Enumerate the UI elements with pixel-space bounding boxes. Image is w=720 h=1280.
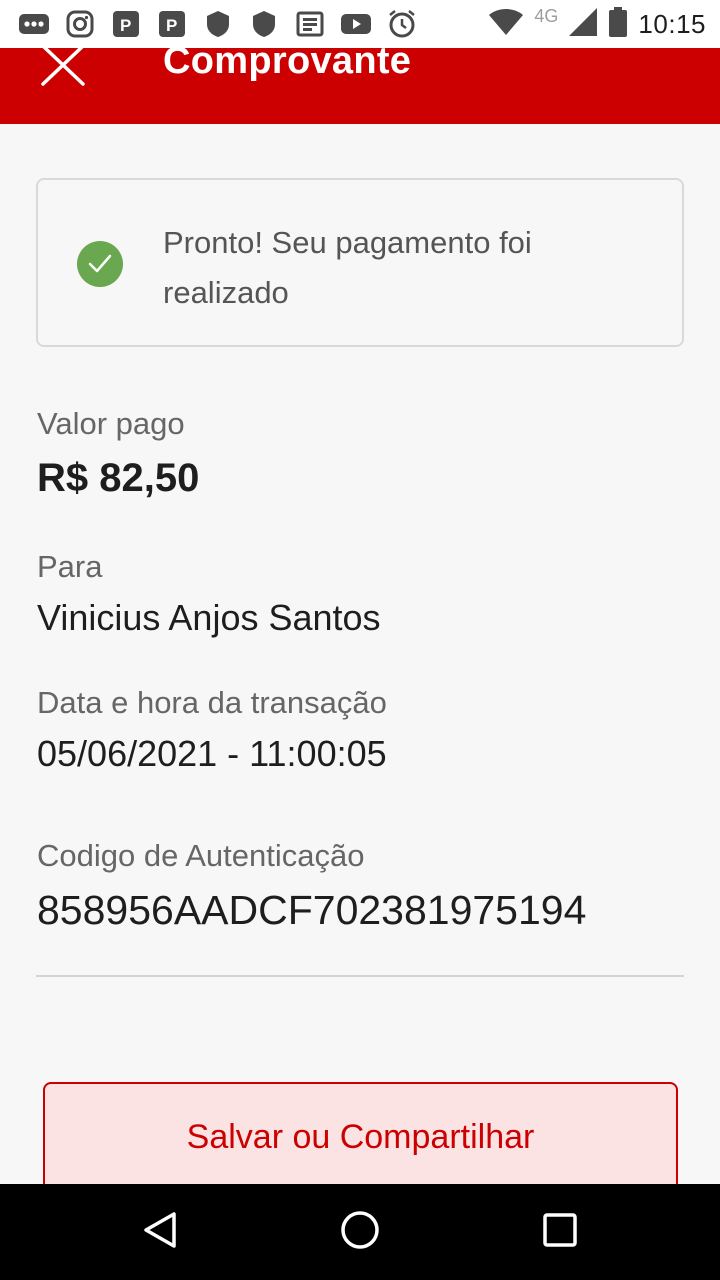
page-title: Comprovante: [163, 48, 412, 82]
parking-icon: P: [110, 8, 142, 40]
instagram-icon: [64, 8, 96, 40]
clock: 10:15: [638, 8, 706, 39]
app-header: Comprovante: [0, 48, 720, 124]
datetime-value: 05/06/2021 - 11:00:05: [37, 733, 387, 774]
check-circle-icon: [77, 241, 123, 287]
network-type: 4G: [534, 5, 559, 26]
amount-label: Valor pago: [37, 406, 185, 441]
alarm-icon: [386, 8, 418, 40]
svg-text:P: P: [120, 16, 131, 35]
close-button[interactable]: [38, 48, 88, 88]
success-card: Pronto! Seu pagamento foi realizado: [36, 178, 684, 347]
status-bar: P P 4G 10:15: [0, 0, 720, 48]
amount-value: R$ 82,50: [37, 456, 200, 500]
more-dots-icon: [18, 8, 50, 40]
recents-square-icon: [542, 1212, 578, 1253]
close-icon: [39, 48, 87, 91]
datetime-label: Data e hora da transação: [37, 685, 387, 720]
auth-code-value: 858956AADCF702381975194: [37, 887, 587, 933]
notification-icons: P P: [18, 8, 418, 40]
shield-icon: [248, 8, 280, 40]
recipient-label: Para: [37, 549, 103, 584]
battery-icon: [608, 6, 628, 43]
navigation-bar: [0, 1184, 720, 1280]
auth-code-label: Codigo de Autenticação: [37, 838, 365, 873]
parking-icon: P: [156, 8, 188, 40]
back-button[interactable]: [132, 1204, 188, 1260]
back-triangle-icon: [140, 1210, 180, 1255]
shield-icon: [202, 8, 234, 40]
news-icon: [294, 8, 326, 40]
signal-icon: [568, 7, 598, 42]
recents-button[interactable]: [532, 1204, 588, 1260]
success-message: Pronto! Seu pagamento foi realizado: [163, 225, 532, 310]
home-circle-icon: [339, 1209, 381, 1256]
youtube-icon: [340, 8, 372, 40]
system-status: 4G 10:15: [488, 6, 706, 42]
home-button[interactable]: [332, 1204, 388, 1260]
divider: [36, 975, 684, 977]
svg-text:P: P: [166, 16, 177, 35]
recipient-value: Vinicius Anjos Santos: [37, 597, 381, 638]
wifi-icon: [488, 8, 524, 41]
